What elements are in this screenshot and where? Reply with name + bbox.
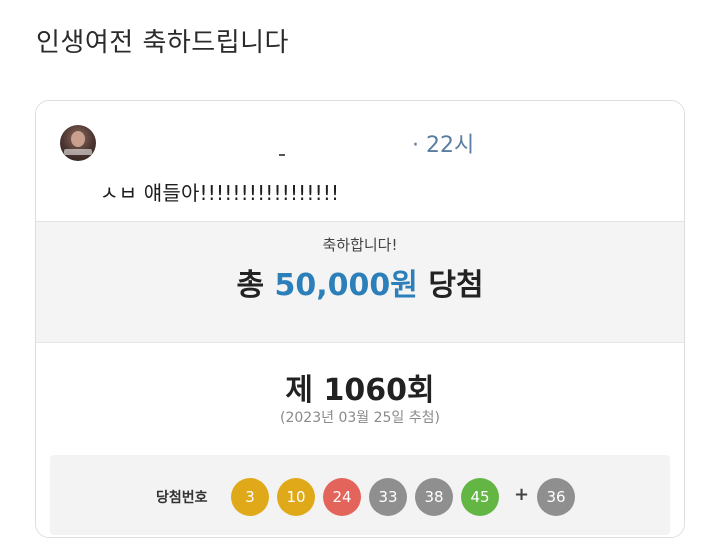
- prize-amount: 50,000원: [274, 268, 418, 303]
- lotto-ball: 33: [369, 478, 407, 516]
- draw-section: 제 1060회 (2023년 03월 25일 추첨) 당첨번호 3 10 24 …: [36, 343, 684, 537]
- winning-numbers-label: 당첨번호: [156, 490, 208, 506]
- prize-suffix: 당첨: [428, 268, 484, 303]
- prize-section: 축하합니다! 총 50,000원 당첨: [36, 222, 684, 343]
- prize-prefix: 총: [236, 268, 265, 303]
- page-title: 인생여전 축하드립니다: [36, 28, 289, 58]
- draw-date: (2023년 03월 25일 추첨): [280, 410, 440, 426]
- post-card: · 22시 ㅅㅂ 얘들아!!!!!!!!!!!!!!!!! 축하합니다! 총 5…: [35, 100, 685, 538]
- avatar-caption: [64, 149, 92, 155]
- post-time: · 22시: [412, 133, 475, 158]
- post-text: ㅅㅂ 얘들아!!!!!!!!!!!!!!!!!: [100, 181, 340, 205]
- user-avatar[interactable]: [60, 125, 96, 161]
- lotto-ball: 10: [277, 478, 315, 516]
- avatar-face: [71, 131, 85, 147]
- bonus-ball: 36: [537, 478, 575, 516]
- winning-numbers-box: 당첨번호 3 10 24 33 38 45 + 36: [50, 455, 670, 535]
- author-name-redacted: [279, 154, 285, 156]
- lotto-ball: 3: [231, 478, 269, 516]
- post-section: · 22시 ㅅㅂ 얘들아!!!!!!!!!!!!!!!!!: [36, 101, 684, 222]
- draw-round: 제 1060회: [285, 373, 435, 408]
- lotto-ball: 38: [415, 478, 453, 516]
- lotto-ball: 45: [461, 478, 499, 516]
- lotto-ball: 24: [323, 478, 361, 516]
- prize-congrats: 축하합니다!: [322, 236, 398, 254]
- prize-summary: 총 50,000원 당첨: [36, 260, 684, 304]
- bonus-plus-sign: +: [514, 484, 530, 505]
